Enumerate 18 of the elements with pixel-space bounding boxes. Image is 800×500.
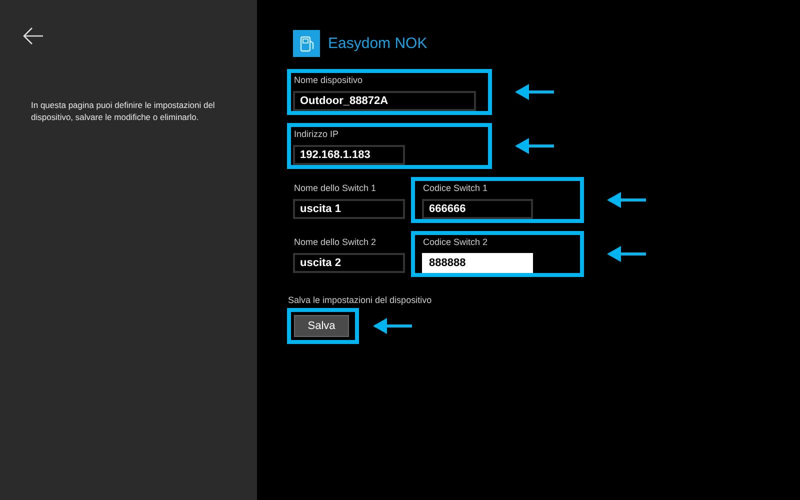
device-icon bbox=[293, 30, 320, 57]
field-label: Codice Switch 2 bbox=[422, 236, 489, 248]
field-label: Nome dello Switch 1 bbox=[293, 182, 378, 194]
input-field[interactable]: 666666 bbox=[422, 199, 533, 219]
back-button[interactable] bbox=[22, 26, 44, 46]
field-label: Codice Switch 1 bbox=[422, 182, 489, 194]
input-field[interactable]: uscita 1 bbox=[293, 199, 405, 219]
field-label: Nome dello Switch 2 bbox=[293, 236, 378, 248]
save-button[interactable]: Salva bbox=[294, 315, 349, 337]
device-title: Easydom NOK bbox=[328, 35, 428, 52]
input-field[interactable]: uscita 2 bbox=[293, 253, 405, 273]
field-label: Indirizzo IP bbox=[293, 128, 340, 140]
field-label: Nome dispositivo bbox=[293, 74, 364, 86]
input-field[interactable]: 192.168.1.183 bbox=[293, 145, 405, 165]
input-field[interactable]: 888888 bbox=[422, 253, 533, 273]
page-description: In questa pagina puoi definire le impostazioni del dispositivo, salvare le modifiche o eliminarlo. bbox=[31, 99, 216, 123]
save-caption: Salva le impostazioni del dispositivo bbox=[288, 295, 433, 305]
input-field[interactable]: Outdoor_88872A bbox=[293, 91, 476, 111]
